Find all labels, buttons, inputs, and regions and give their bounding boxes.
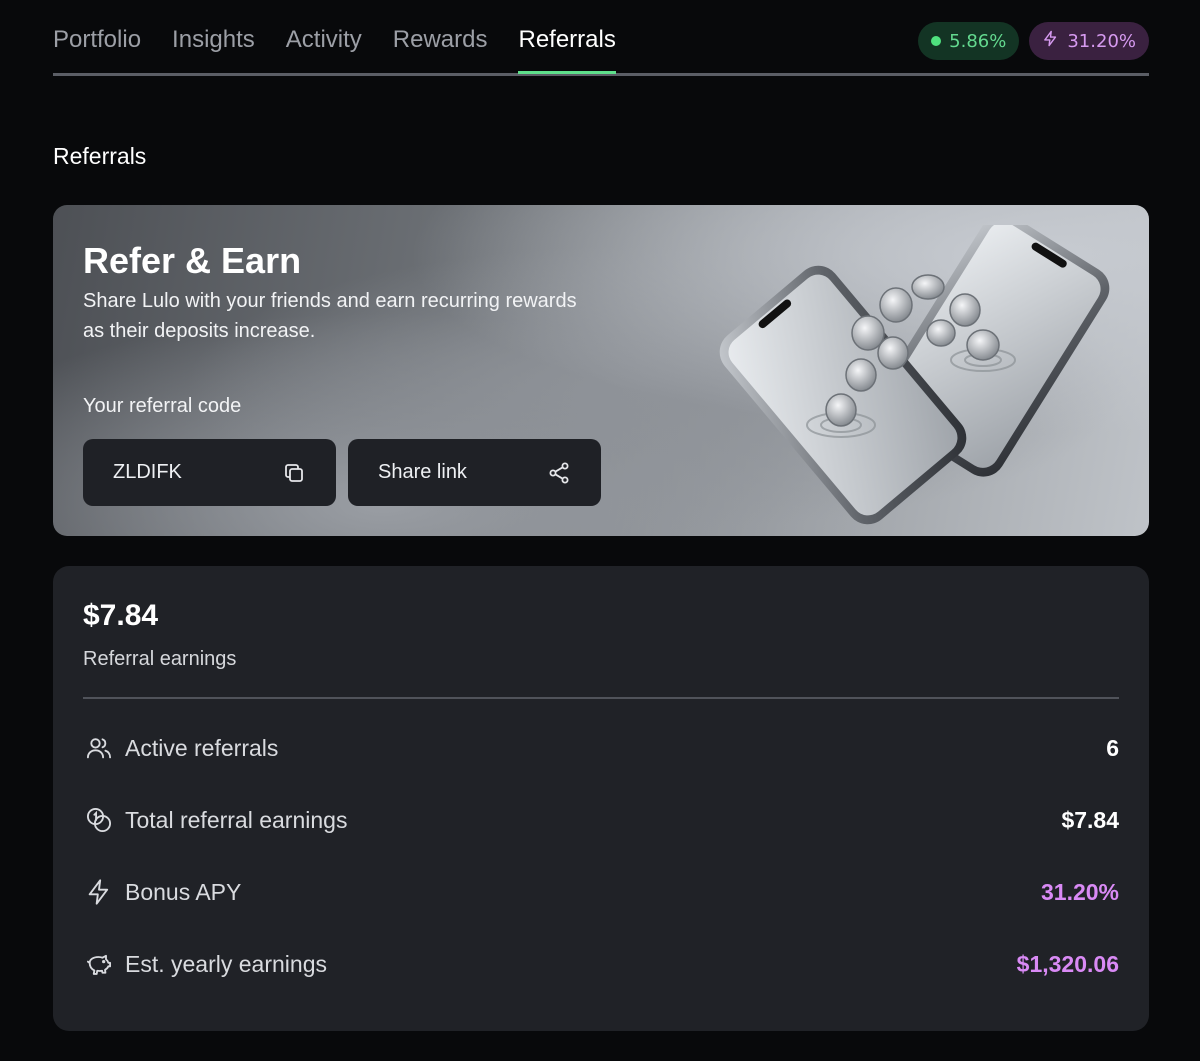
top-nav: Portfolio Insights Activity Rewards Refe…: [53, 0, 1149, 76]
lightning-icon: [1042, 29, 1059, 53]
referral-code-label: Your referral code: [83, 395, 242, 417]
tab-insights[interactable]: Insights: [172, 26, 255, 73]
tab-rewards[interactable]: Rewards: [393, 26, 488, 73]
stat-label: Bonus APY: [125, 878, 242, 905]
tab-bar: Portfolio Insights Activity Rewards Refe…: [53, 26, 647, 74]
share-icon: [547, 461, 571, 485]
tab-portfolio[interactable]: Portfolio: [53, 26, 141, 73]
stat-label: Total referral earnings: [125, 806, 348, 833]
status-dot-icon: [931, 36, 942, 46]
stat-row-total-referral-earnings: Total referral earnings $7.84: [83, 800, 1119, 840]
stat-value: 31.20%: [1040, 878, 1119, 905]
apy-badge[interactable]: 5.86%: [918, 22, 1020, 60]
referral-earnings-amount: $7.84: [83, 599, 159, 632]
lightning-icon: [83, 876, 115, 908]
phones-illustration: [693, 213, 1123, 525]
page-title: Referrals: [53, 143, 147, 169]
header-badges: 5.86% 31.20%: [918, 22, 1149, 60]
stat-value: $1,320.06: [1016, 950, 1119, 977]
hero-title: Refer & Earn: [83, 240, 302, 281]
copy-referral-code-button[interactable]: ZLDIFK: [83, 439, 336, 506]
stat-row-est-yearly-earnings: Est. yearly earnings $1,320.06: [83, 944, 1119, 984]
stat-value: $7.84: [1061, 806, 1119, 833]
stat-value: 6: [1106, 734, 1119, 761]
copy-icon: [282, 461, 306, 485]
users-icon: [83, 732, 115, 764]
bonus-apy-badge[interactable]: 31.20%: [1029, 22, 1149, 60]
divider: [83, 697, 1119, 699]
refer-earn-card: Refer & Earn Share Lulo with your friend…: [53, 205, 1149, 536]
tab-referrals[interactable]: Referrals: [518, 26, 617, 74]
share-link-label: Share link: [378, 461, 467, 483]
stat-row-bonus-apy: Bonus APY 31.20%: [83, 872, 1119, 912]
piggy-bank-icon: [83, 948, 115, 980]
stat-row-active-referrals: Active referrals 6: [83, 728, 1119, 768]
referral-code-value: ZLDIFK: [113, 461, 182, 483]
stat-label: Est. yearly earnings: [125, 950, 327, 977]
referral-earnings-label: Referral earnings: [83, 648, 237, 670]
coins-icon: [83, 804, 115, 836]
stat-label: Active referrals: [125, 734, 279, 761]
tab-activity[interactable]: Activity: [286, 26, 362, 73]
referral-stats-card: $7.84 Referral earnings Active referrals…: [53, 566, 1149, 1031]
apy-value: 5.86%: [949, 30, 1007, 52]
bonus-apy-value: 31.20%: [1067, 30, 1136, 52]
hero-description: Share Lulo with your friends and earn re…: [83, 290, 577, 342]
share-link-button[interactable]: Share link: [348, 439, 601, 506]
